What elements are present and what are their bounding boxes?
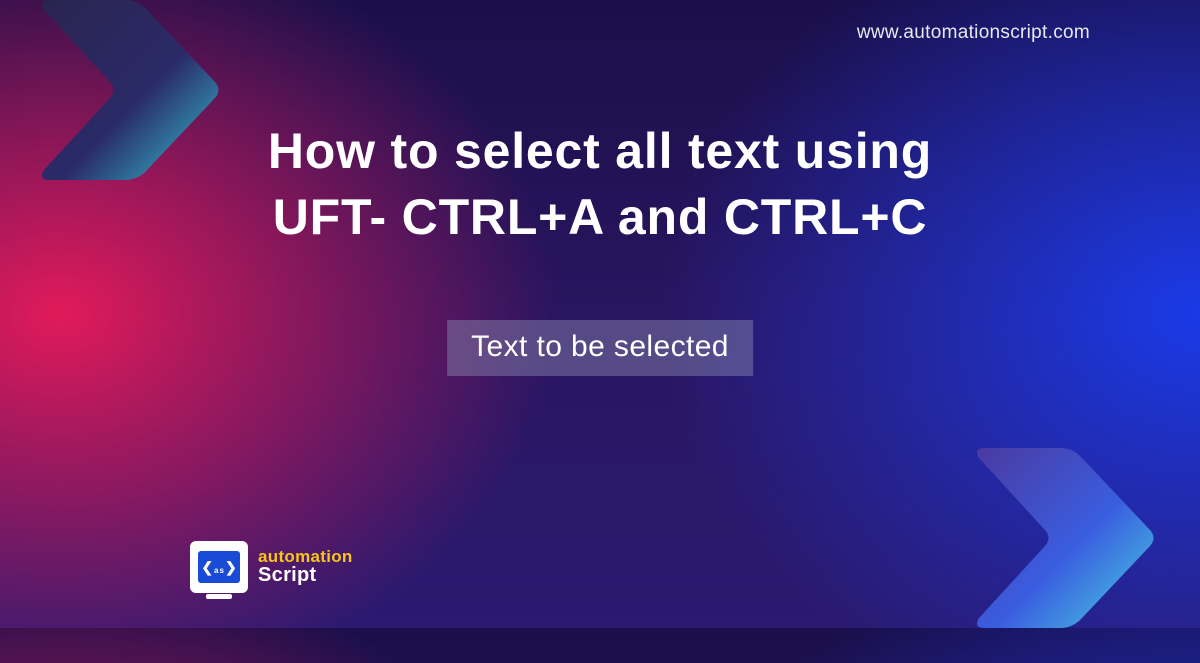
page-title: How to select all text using UFT- CTRL+A… (0, 118, 1200, 250)
angle-right-icon: ❯ (225, 559, 237, 576)
headline-line-2: UFT- CTRL+A and CTRL+C (273, 189, 928, 245)
selected-text-box: Text to be selected (447, 320, 753, 376)
logo-word-script: Script (258, 565, 353, 586)
website-url: www.automationscript.com (857, 22, 1090, 44)
selected-text-label: Text to be selected (471, 330, 729, 363)
logo-code-badge: ❮ a s ❯ (198, 551, 240, 583)
logo-badge-s: s (220, 566, 224, 575)
chevron-right-icon (965, 418, 1165, 658)
logo-word-automation: automation (258, 548, 353, 566)
brand-logo: ❮ a s ❯ automation Script (190, 541, 353, 593)
headline-line-1: How to select all text using (268, 123, 932, 179)
logo-monitor-icon: ❮ a s ❯ (190, 541, 248, 593)
angle-left-icon: ❮ (201, 559, 213, 576)
logo-text: automation Script (258, 548, 353, 587)
logo-badge-a: a (214, 566, 218, 575)
